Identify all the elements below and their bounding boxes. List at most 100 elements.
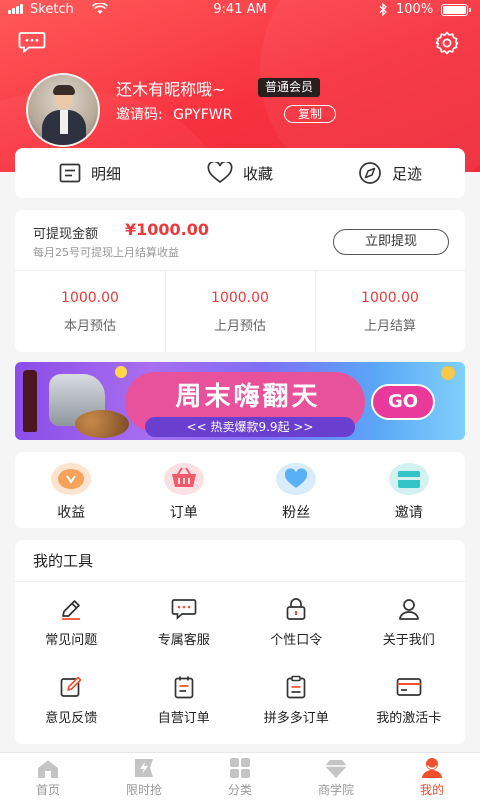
clipboard-icon (286, 675, 306, 699)
earnings-stats: 1000.00 本月预估 1000.00 上月预估 1000.00 上月结算 (15, 271, 465, 352)
banner-subtitle: << 热卖爆款9.9起 >> (145, 417, 355, 437)
tab-label: 限时抢 (125, 783, 162, 797)
heart-icon (207, 162, 233, 184)
tab-home[interactable]: 首页 (0, 753, 96, 800)
shortcut-grid: 收益 订单 粉丝 邀请 (15, 452, 465, 528)
withdraw-hint: 每月25号可提现上月结算收益 (33, 246, 179, 259)
battery-icon (441, 4, 471, 16)
invite-code-row: 邀请码: GPYFWR (116, 104, 232, 124)
detail-label: 明细 (90, 164, 121, 183)
quick-actions-card: 明细 收藏 足迹 (15, 148, 465, 198)
tool-pdd-orders[interactable]: 拼多多订单 (240, 674, 353, 752)
message-icon[interactable] (18, 31, 46, 53)
member-level-badge: 普通会员 (258, 78, 321, 97)
decor-ball (441, 366, 455, 380)
tool-faq[interactable]: 常见问题 (15, 596, 128, 674)
edit-icon (60, 676, 82, 697)
tool-customer-service[interactable]: 专属客服 (128, 596, 241, 674)
tab-label: 商学院 (317, 783, 354, 797)
stat-last-month-estimate[interactable]: 1000.00 上月预估 (165, 271, 315, 352)
shortcut-label: 订单 (169, 505, 198, 521)
tool-label: 意见反馈 (45, 711, 98, 726)
stat-this-month-estimate[interactable]: 1000.00 本月预估 (15, 271, 165, 352)
basket-icon (163, 463, 204, 495)
tool-label: 个性口令 (270, 633, 323, 648)
banner-title: 周末嗨翻天 (175, 382, 321, 412)
order-list-icon (174, 676, 194, 699)
settings-gear-icon[interactable] (434, 30, 460, 56)
lock-icon (286, 598, 306, 620)
card-icon (396, 678, 422, 696)
stat-label: 上月预估 (213, 319, 266, 334)
tool-feedback[interactable]: 意见反馈 (15, 674, 128, 752)
invite-code-value: GPYFWR (173, 107, 233, 123)
profile-icon (422, 758, 442, 778)
withdraw-button[interactable]: 立即提现 (333, 229, 449, 255)
banner-go-button[interactable]: GO (371, 384, 435, 420)
tool-label: 自营订单 (157, 711, 210, 726)
earnings-icon (51, 463, 92, 495)
invite-box-icon (388, 463, 429, 495)
my-tools-card: 我的工具 常见问题 专属客服 个性口令 关于我们 意见反馈 自营订单 拼多多订单… (15, 540, 465, 744)
heart-icon (276, 463, 317, 495)
stat-value: 1000.00 (211, 290, 269, 306)
tool-self-orders[interactable]: 自营订单 (128, 674, 241, 752)
stat-last-month-settled[interactable]: 1000.00 上月结算 (315, 271, 465, 352)
footprints-label: 足迹 (391, 164, 422, 183)
tool-label: 常见问题 (45, 633, 98, 648)
status-bar: Sketch 9:41 AM 100% (0, 0, 480, 20)
tab-label: 我的 (419, 783, 444, 797)
invite-code-label: 邀请码: (116, 107, 163, 123)
tab-label: 分类 (227, 783, 252, 797)
tool-activation-card[interactable]: 我的激活卡 (353, 674, 466, 752)
home-icon (38, 760, 58, 778)
tool-label: 关于我们 (382, 633, 435, 648)
wallet-card: 可提现金额 ¥1000.00 每月25号可提现上月结算收益 立即提现 1000.… (15, 210, 465, 352)
pen-icon (62, 600, 81, 620)
nuts-image (75, 410, 129, 438)
detail-list-icon (59, 163, 81, 183)
favorites-label: 收藏 (242, 164, 273, 183)
footprints-button[interactable]: 足迹 (315, 161, 465, 185)
shortcut-label: 邀请 (394, 505, 423, 521)
stat-value: 1000.00 (361, 290, 419, 306)
user-icon (398, 599, 419, 620)
tab-mine[interactable]: 我的 (384, 753, 480, 800)
section-title: 我的工具 (33, 552, 94, 570)
diamond-icon (325, 760, 347, 778)
shortcut-label: 收益 (57, 505, 86, 521)
bottom-tab-bar: 首页 限时抢 分类 商学院 我的 (0, 752, 480, 800)
tool-about-us[interactable]: 关于我们 (353, 596, 466, 674)
tool-label: 专属客服 (157, 633, 210, 648)
profile-header: Sketch 9:41 AM 100% 还木有昵称哦~ 普通会员 邀请码: GP… (0, 0, 480, 172)
copy-invite-code-button[interactable]: 复制 (284, 105, 336, 123)
favorites-button[interactable]: 收藏 (165, 162, 315, 184)
shortcut-fans[interactable]: 粉丝 (240, 452, 353, 528)
tool-label: 拼多多订单 (263, 711, 329, 726)
avatar[interactable] (26, 73, 100, 147)
shortcut-orders[interactable]: 订单 (128, 452, 241, 528)
grid-icon (230, 758, 250, 778)
stat-label: 上月结算 (363, 319, 416, 334)
shortcut-invite[interactable]: 邀请 (353, 452, 466, 528)
tab-categories[interactable]: 分类 (192, 753, 288, 800)
flash-tag-icon (135, 759, 153, 777)
shortcut-earnings[interactable]: 收益 (15, 452, 128, 528)
decor-ball (115, 366, 127, 378)
tool-label: 我的激活卡 (376, 711, 442, 726)
promo-banner[interactable]: 周末嗨翻天 << 热卖爆款9.9起 >> GO (15, 362, 465, 440)
battery-percent: 100% (396, 2, 434, 17)
chat-icon (171, 599, 197, 620)
stat-label: 本月预估 (63, 319, 116, 334)
compass-icon (359, 162, 381, 184)
wine-bottle-image (23, 370, 37, 432)
bluetooth-icon (379, 3, 387, 16)
tab-flash-sale[interactable]: 限时抢 (96, 753, 192, 800)
shortcut-label: 粉丝 (282, 505, 311, 521)
tab-label: 首页 (35, 783, 60, 797)
divider (15, 581, 465, 582)
withdrawable-label: 可提现金额 (33, 227, 99, 242)
tool-password[interactable]: 个性口令 (240, 596, 353, 674)
detail-button[interactable]: 明细 (15, 163, 165, 184)
tab-business-school[interactable]: 商学院 (288, 753, 384, 800)
